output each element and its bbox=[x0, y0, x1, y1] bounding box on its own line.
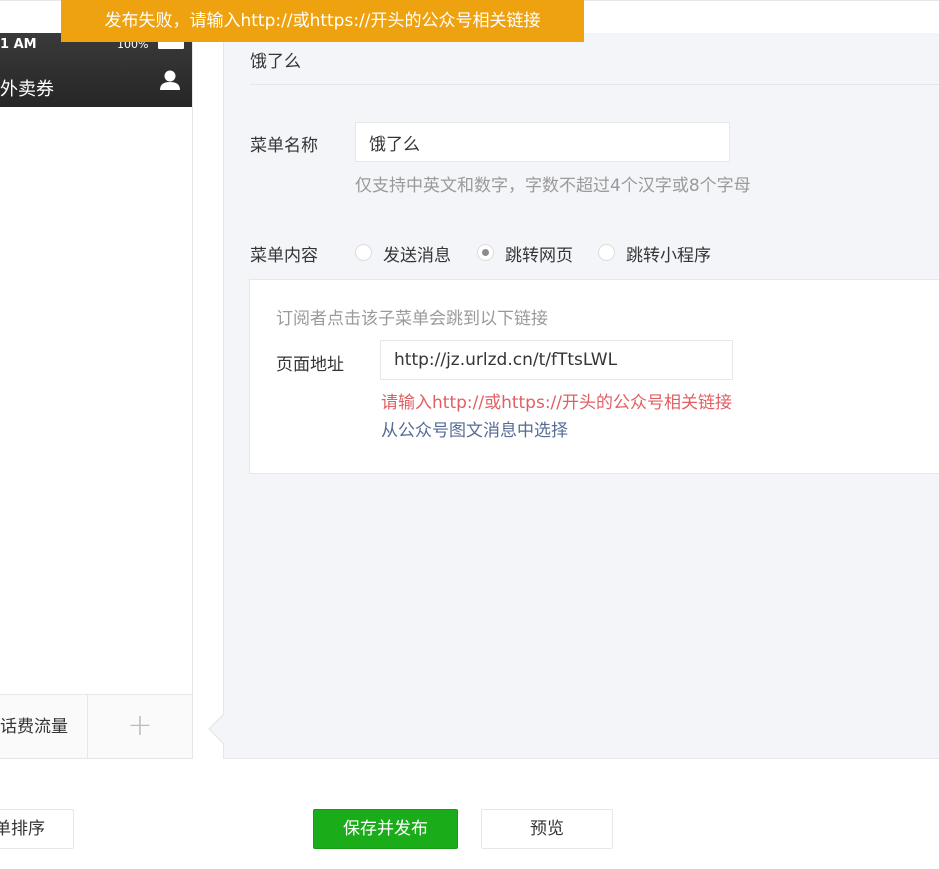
radio-circle[interactable] bbox=[355, 244, 372, 261]
editor-pointer bbox=[210, 715, 224, 743]
menu-name-label: 菜单名称 bbox=[250, 136, 318, 156]
person-icon[interactable] bbox=[159, 69, 181, 91]
radio-circle-checked[interactable] bbox=[477, 244, 494, 261]
url-settings-box: 订阅者点击该子菜单会跳到以下链接 页面地址 请输入http://或https:/… bbox=[249, 279, 939, 474]
editor-divider bbox=[250, 84, 939, 85]
phone-account-title: 外卖券 bbox=[0, 79, 54, 100]
phone-header: 1 AM 100% 外卖券 bbox=[0, 33, 192, 107]
menu-sort-button[interactable]: 单排序 bbox=[0, 809, 74, 849]
add-menu-icon[interactable]: + bbox=[88, 695, 192, 759]
preview-button[interactable]: 预览 bbox=[481, 809, 613, 849]
url-description: 订阅者点击该子菜单会跳到以下链接 bbox=[276, 309, 548, 329]
radio-label: 发送消息 bbox=[383, 246, 451, 266]
phone-menu-bar: 话费流量 + bbox=[0, 694, 192, 759]
menu-content-label: 菜单内容 bbox=[250, 246, 318, 266]
phone-menu-item[interactable]: 话费流量 bbox=[0, 695, 88, 759]
save-and-publish-button[interactable]: 保存并发布 bbox=[313, 809, 458, 849]
url-error-message: 请输入http://或https://开头的公众号相关链接 bbox=[381, 393, 733, 413]
page-url-label: 页面地址 bbox=[276, 355, 344, 375]
menu-name-input[interactable] bbox=[355, 122, 730, 162]
radio-label: 跳转网页 bbox=[505, 246, 573, 266]
phone-preview: 1 AM 100% 外卖券 话费流量 + bbox=[0, 33, 193, 759]
radio-circle[interactable] bbox=[598, 244, 615, 261]
radio-open-webpage[interactable]: 跳转网页 bbox=[477, 241, 587, 266]
menu-editor-panel: 饿了么 菜单名称 仅支持中英文和数字，字数不超过4个汉字或8个字母 菜单内容 发… bbox=[223, 33, 939, 759]
pick-from-articles-link[interactable]: 从公众号图文消息中选择 bbox=[381, 416, 568, 441]
editor-title: 饿了么 bbox=[250, 52, 301, 72]
radio-send-message[interactable]: 发送消息 bbox=[355, 241, 465, 266]
error-toast: 发布失败，请输入http://或https://开头的公众号相关链接 bbox=[61, 0, 584, 42]
page-url-input[interactable] bbox=[380, 340, 733, 380]
radio-open-miniprogram[interactable]: 跳转小程序 bbox=[598, 241, 728, 266]
menu-name-tip: 仅支持中英文和数字，字数不超过4个汉字或8个字母 bbox=[355, 176, 751, 196]
radio-label: 跳转小程序 bbox=[626, 246, 711, 266]
status-time: 1 AM bbox=[0, 37, 37, 52]
battery-icon bbox=[158, 41, 184, 49]
